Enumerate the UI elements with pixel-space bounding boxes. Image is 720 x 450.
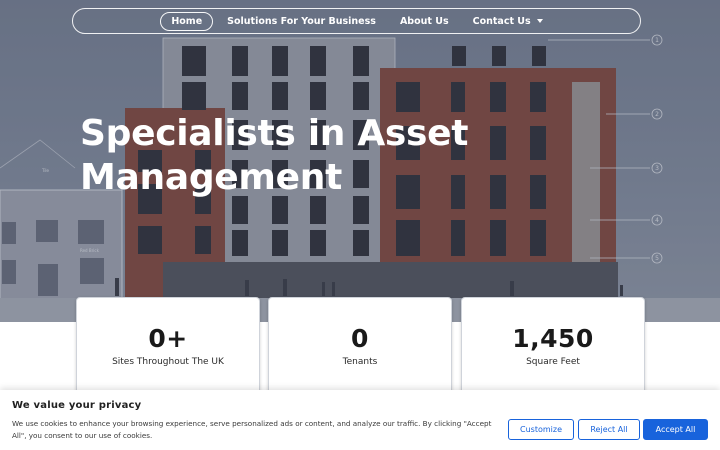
stat-label: Sites Throughout The UK xyxy=(112,357,224,367)
accept-all-button[interactable]: Accept All xyxy=(643,419,708,440)
nav-contact-label: Contact Us xyxy=(472,15,531,27)
nav-home-label: Home xyxy=(171,15,203,27)
customize-button[interactable]: Customize xyxy=(508,419,574,440)
nav-contact-us[interactable]: Contact Us xyxy=(463,13,553,30)
stat-label: Square Feet xyxy=(526,357,580,367)
hero-title-line1: Specialists in Asset xyxy=(80,113,469,154)
nav-about-label: About Us xyxy=(399,15,449,27)
nav-solutions-label: Solutions For Your Business xyxy=(227,15,376,27)
nav-about-us[interactable]: About Us xyxy=(390,13,459,30)
stat-label: Tenants xyxy=(342,357,378,367)
main-navigation: Home Solutions For Your Business About U… xyxy=(72,8,641,34)
stat-value: 0+ xyxy=(148,324,188,353)
hero-title: Specialists in Asset Management xyxy=(80,112,500,200)
cookie-title: We value your privacy xyxy=(12,400,142,411)
hero-title-line2: Management xyxy=(80,157,342,198)
stat-value: 1,450 xyxy=(512,324,594,353)
stat-value: 0 xyxy=(351,324,369,353)
hero-section: 1 2 3 4 5 Tile Red Brick Home Solutions … xyxy=(0,0,720,322)
chevron-down-icon xyxy=(536,19,543,23)
nav-solutions[interactable]: Solutions For Your Business xyxy=(217,13,386,30)
nav-home[interactable]: Home xyxy=(160,11,214,31)
reject-all-button[interactable]: Reject All xyxy=(578,419,640,440)
cookie-text: We use cookies to enhance your browsing … xyxy=(12,419,492,440)
